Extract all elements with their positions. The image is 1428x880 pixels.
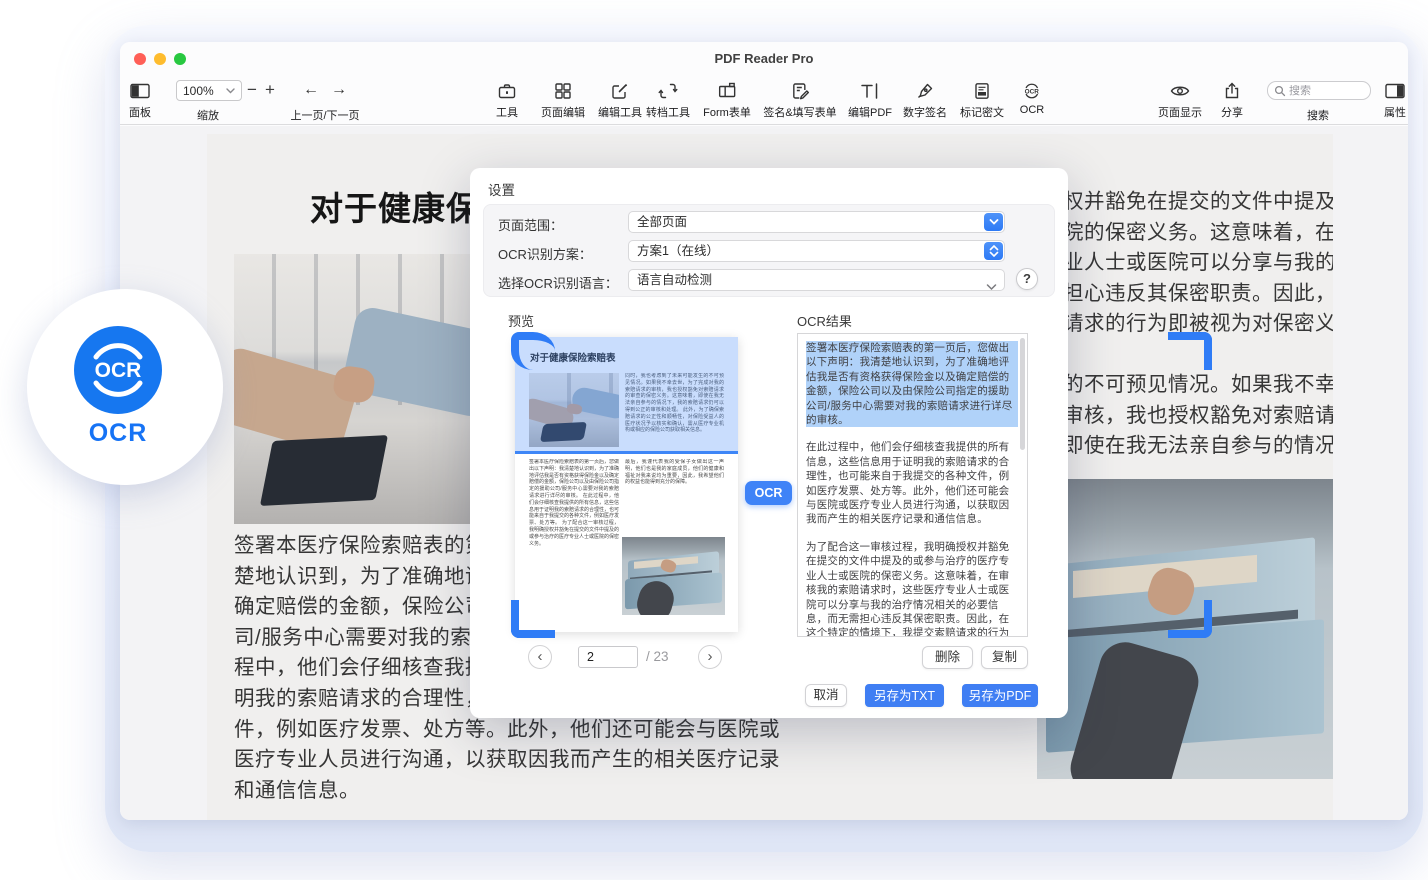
redacted-document-icon (960, 79, 1004, 103)
delete-button[interactable]: 删除 (922, 646, 973, 669)
panel-button[interactable]: 面板 (129, 79, 151, 120)
selection-bracket-top-right[interactable] (1168, 332, 1212, 370)
document-pen-icon (763, 79, 836, 103)
ocr-icon: OCR (1020, 79, 1044, 103)
chevron-down-icon (986, 277, 997, 297)
sign-fill-form-button[interactable]: 签名&填写表单 (763, 79, 836, 120)
selection-bracket-bottom-right[interactable] (1168, 600, 1212, 638)
prev-next-label: 上一页/下一页 (290, 107, 359, 123)
pencil-square-icon (598, 79, 642, 103)
preview-thumbnail: 对于健康保险索赔表 同时，我也考虑到了未来可能发生的不可预见情况。如果我不幸去世… (515, 337, 738, 632)
properties-panel-icon (1384, 79, 1406, 103)
briefcase-icon (496, 79, 518, 103)
handshake-photo (234, 254, 471, 524)
document-right-text-1: 权并豁免在提交的文件中提及 院的保密义务。这意味着，在 业人士或医院可以分享与我… (1063, 187, 1333, 340)
ocr-paragraph: 在此过程中，他们会仔细核查我提供的所有信息，这些信息用于证明我的索赔请求的合理性… (806, 440, 1018, 526)
page-display-button[interactable]: 页面显示 (1158, 79, 1202, 120)
ocr-toolbar-button[interactable]: OCR OCR (1020, 79, 1044, 116)
ocr-paragraph-highlighted: 签署本医疗保险索赔表的第一页后，您做出以下声明：我清楚地认识到，为了准确地评估我… (806, 341, 1018, 427)
svg-text:OCR: OCR (95, 359, 142, 382)
next-page-button[interactable]: → (331, 81, 347, 99)
form-button[interactable]: Form表单 (703, 79, 751, 120)
properties-button[interactable]: 属性 (1384, 79, 1406, 120)
toolbar: 面板 100% 缩放 − + ← → 上一页/下一页 工具 页面编辑 (120, 75, 1408, 125)
ocr-settings-dialog: 设置 页面范围： 全部页面 OCR识别方案： 方案1（在线） 选择OCR识别语言… (470, 168, 1068, 718)
save-as-txt-button[interactable]: 另存为TXT (865, 684, 944, 707)
tools-button[interactable]: 工具 (496, 79, 518, 120)
zoom-out-button[interactable]: − (244, 80, 260, 100)
run-ocr-button[interactable]: OCR (745, 481, 792, 505)
chevron-down-icon (984, 213, 1003, 231)
preview-label: 预览 (508, 311, 534, 330)
ocr-plan-label: OCR识别方案： (498, 244, 592, 263)
titlebar: PDF Reader Pro (120, 42, 1408, 75)
previous-page-button[interactable]: ← (303, 81, 319, 99)
window-title: PDF Reader Pro (120, 51, 1408, 66)
edit-tools-button[interactable]: 编辑工具 (598, 79, 642, 120)
share-button[interactable]: 分享 (1221, 79, 1243, 120)
ocr-result-textarea[interactable]: 签署本医疗保险索赔表的第一页后，您做出以下声明：我清楚地认识到，为了准确地评估我… (797, 333, 1028, 637)
ocr-plan-select[interactable]: 方案1（在线） (628, 240, 1005, 262)
search-label: 搜索 (1307, 107, 1329, 123)
svg-text:OCR: OCR (1025, 88, 1040, 95)
digital-sign-button[interactable]: 数字签名 (903, 79, 947, 120)
help-button[interactable]: ? (1016, 268, 1038, 290)
selection-bracket-bottom-left[interactable] (511, 600, 555, 638)
convert-arrows-icon (646, 79, 690, 103)
preview-next-page-button[interactable]: › (698, 645, 722, 669)
page-number-input[interactable]: 2 (578, 646, 638, 668)
page-range-label: 页面范围： (498, 215, 563, 234)
zoom-select[interactable]: 100% (176, 80, 242, 101)
stepper-icon (984, 242, 1003, 260)
text-cursor-icon (848, 79, 892, 103)
edit-pdf-button[interactable]: 编辑PDF (848, 79, 892, 120)
page-range-select[interactable]: 全部页面 (628, 211, 1005, 233)
ocr-feature-badge: OCR OCR (27, 289, 223, 485)
preview-prev-page-button[interactable]: ‹ (528, 645, 552, 669)
chevron-down-icon (226, 88, 235, 94)
dialog-title: 设置 (488, 179, 515, 199)
grid-icon (541, 79, 585, 103)
results-scrollbar[interactable] (1020, 338, 1025, 450)
ocr-badge-label: OCR (74, 419, 162, 448)
thumbnail-text: 最后，我谨代表我的受保子女做出这一声明，他们也是我的家庭成员，他们的健康和福祉对… (625, 459, 724, 533)
save-as-pdf-button[interactable]: 另存为PDF (962, 684, 1038, 707)
ocr-paragraph: 为了配合这一审核过程，我明确授权并豁免在提交的文件中提及的或参与治疗的医疗专业人… (806, 540, 1018, 637)
convert-tools-button[interactable]: 转档工具 (646, 79, 690, 120)
ocr-language-label: 选择OCR识别语言： (498, 273, 618, 292)
ocr-badge-icon: OCR (74, 326, 162, 414)
ocr-result-label: OCR结果 (797, 311, 852, 330)
zoom-in-button[interactable]: + (262, 80, 278, 100)
cancel-button[interactable]: 取消 (805, 684, 847, 707)
search-icon (1274, 85, 1286, 97)
redact-button[interactable]: 标记密文 (960, 79, 1004, 120)
panel-icon (129, 79, 151, 103)
share-icon (1221, 79, 1243, 103)
form-icon (703, 79, 751, 103)
page-edit-button[interactable]: 页面编辑 (541, 79, 585, 120)
page-total-label: / 23 (646, 649, 669, 664)
search-input[interactable] (1289, 85, 1349, 97)
search-field[interactable] (1267, 81, 1371, 100)
document-right-text-2: 的不可预见情况。如果我不幸 审核，我也授权豁免对索赔请 即使在我无法亲自参与的情… (1063, 370, 1333, 462)
zoom-label: 缩放 (197, 107, 219, 123)
eye-icon (1158, 79, 1202, 103)
selection-bracket-top-left[interactable] (511, 332, 555, 370)
thumbnail-folders-photo (622, 537, 725, 615)
copy-button[interactable]: 复制 (981, 646, 1028, 669)
pen-nib-icon (903, 79, 947, 103)
ocr-language-select[interactable]: 语言自动检测 (628, 269, 1005, 291)
